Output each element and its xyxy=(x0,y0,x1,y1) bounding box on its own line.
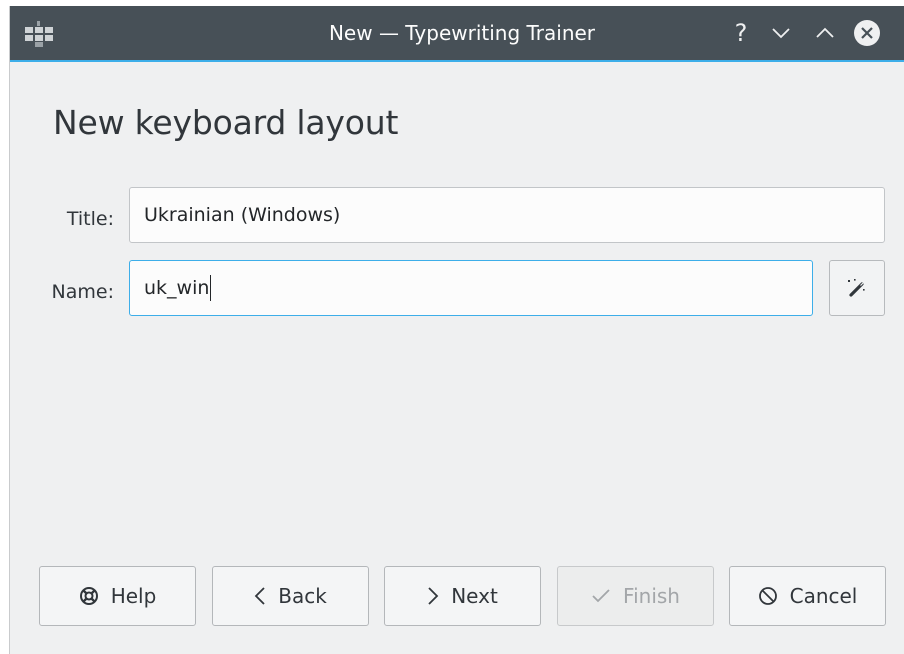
next-button[interactable]: Next xyxy=(384,566,541,626)
page-title: New keyboard layout xyxy=(53,103,399,142)
next-button-label: Next xyxy=(451,584,498,608)
title-bar[interactable]: New — Typewriting Trainer ? xyxy=(10,6,904,62)
lifebuoy-icon xyxy=(79,587,98,605)
title-input-value: Ukrainian (Windows) xyxy=(144,204,341,226)
close-icon xyxy=(854,20,880,46)
help-button-label: Help xyxy=(110,584,157,608)
cancel-icon xyxy=(758,587,777,605)
title-input[interactable]: Ukrainian (Windows) xyxy=(129,187,885,243)
text-caret xyxy=(210,275,212,301)
close-button[interactable] xyxy=(852,18,882,48)
cancel-button-label: Cancel xyxy=(789,584,858,608)
magic-wand-icon xyxy=(848,279,865,297)
name-input[interactable]: uk_win xyxy=(129,260,813,316)
maximize-button[interactable] xyxy=(810,18,840,48)
generate-name-button[interactable] xyxy=(829,260,885,316)
finish-button[interactable]: Finish xyxy=(557,566,714,626)
cancel-button[interactable]: Cancel xyxy=(729,566,886,626)
back-button[interactable]: Back xyxy=(212,566,369,626)
chevron-up-icon xyxy=(816,27,834,38)
context-help-button[interactable]: ? xyxy=(726,18,756,48)
chevron-left-icon xyxy=(254,587,265,605)
help-button[interactable]: Help xyxy=(39,566,196,626)
app-keyboard-icon xyxy=(24,21,54,47)
wizard-window: New — Typewriting Trainer ? New keyboard… xyxy=(9,6,904,654)
back-button-label: Back xyxy=(278,584,327,608)
name-label: Name: xyxy=(51,281,114,303)
finish-button-label: Finish xyxy=(623,584,680,608)
minimize-button[interactable] xyxy=(766,18,796,48)
title-label: Title: xyxy=(66,208,114,230)
chevron-down-icon xyxy=(772,28,790,39)
chevron-right-icon xyxy=(428,587,439,605)
name-input-value: uk_win xyxy=(144,277,210,299)
checkmark-icon xyxy=(592,589,610,603)
